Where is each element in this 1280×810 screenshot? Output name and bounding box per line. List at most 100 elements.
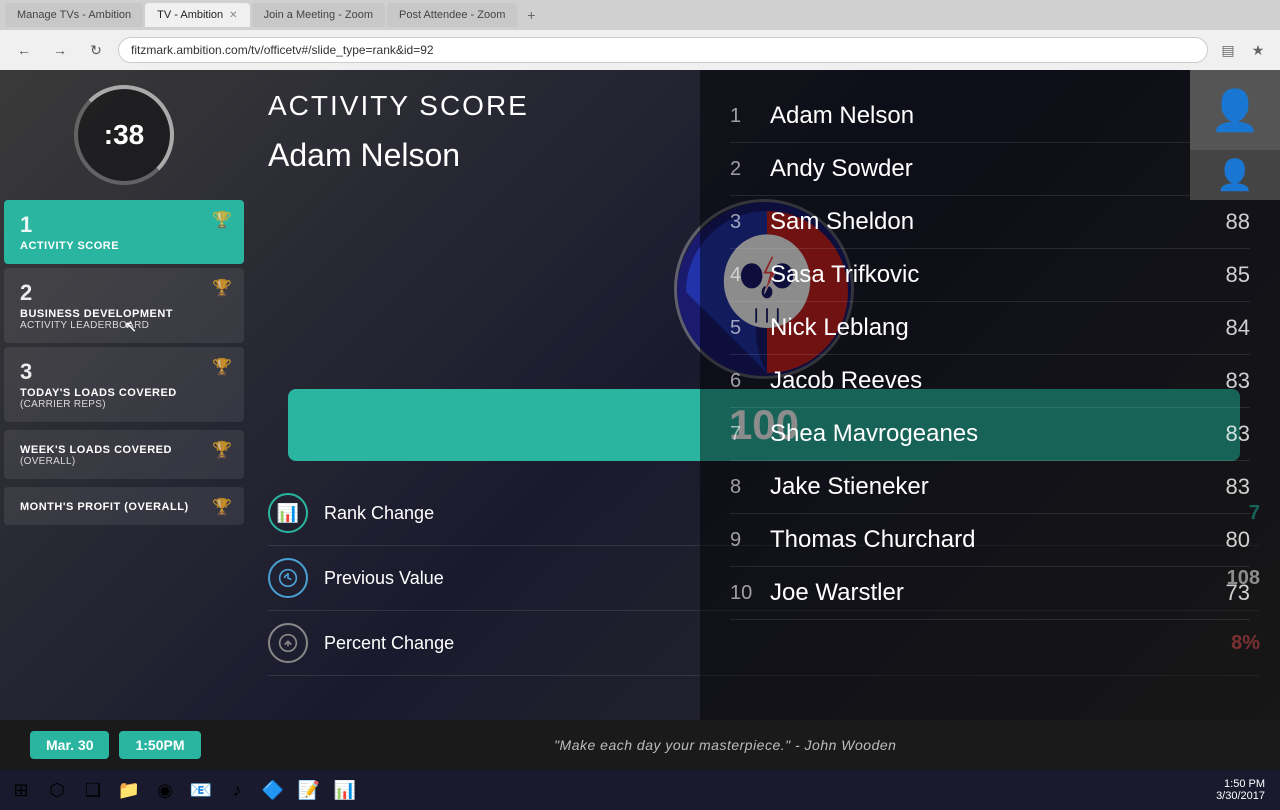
rank-number: 8 [730, 476, 770, 499]
leaderboard-row: 3Sam Sheldon88 [730, 196, 1250, 249]
app-icon-4[interactable]: 📊 [329, 774, 361, 806]
leaderboard-row: 6Jacob Reeves83 [730, 355, 1250, 408]
webcam-person-bottom: 👤 [1216, 158, 1253, 193]
rank-number: 6 [730, 370, 770, 393]
person-name: Thomas Churchard [770, 526, 1190, 554]
cortana-icon[interactable]: ⬡ [41, 774, 73, 806]
tab-zoom-post[interactable]: Post Attendee - Zoom [387, 3, 517, 27]
tab-label: TV - Ambition [157, 9, 223, 21]
app-icon-1[interactable]: ♪ [221, 774, 253, 806]
person-name: Jake Stieneker [770, 473, 1190, 501]
rank-number: 9 [730, 529, 770, 552]
leaderboard-row: 8Jake Stieneker83 [730, 461, 1250, 514]
taskbar: ⊞ ⬡ ❑ 📁 ◉ 📧 ♪ 🔷 📝 📊 1:50 PM 3/30/2017 [0, 770, 1280, 810]
forward-button[interactable]: → [46, 36, 74, 64]
person-name: Adam Nelson [770, 102, 1190, 130]
leaderboard-row: 4Sasa Trifkovic85 [730, 249, 1250, 302]
taskbar-clock: 1:50 PM 3/30/2017 [1216, 778, 1265, 802]
timer-display: :38 [104, 119, 144, 151]
tab-label: Manage TVs - Ambition [17, 9, 131, 21]
bottom-bar: Mar. 30 1:50PM "Make each day your maste… [0, 720, 1280, 770]
sidebar-rank-2: 2 [20, 280, 228, 306]
person-name: Andy Sowder [770, 155, 1190, 183]
quote-text: "Make each day your masterpiece." - John… [201, 737, 1250, 753]
leaderboard-row: 5Nick Leblang84 [730, 302, 1250, 355]
browser-toolbar: ← → ↻ fitzmark.ambition.com/tv/officetv#… [0, 30, 1280, 70]
person-score: 73 [1190, 580, 1250, 606]
sidebar-item-business-dev[interactable]: 🏆 2 Business Development Activity Leader… [4, 268, 244, 343]
person-name: Shea Mavrogeanes [770, 420, 1190, 448]
person-name: Sasa Trifkovic [770, 261, 1190, 289]
rank-number: 7 [730, 423, 770, 446]
trophy-icon-5: 🏆 [212, 497, 232, 517]
close-icon[interactable]: ✕ [229, 10, 237, 21]
trophy-icon-4: 🏆 [212, 440, 232, 460]
sidebar-item-week-loads[interactable]: 🏆 Week's Loads Covered (Overall) [4, 430, 244, 479]
back-button[interactable]: ← [10, 36, 38, 64]
webcam-top: 👤 [1190, 70, 1280, 150]
sidebar: :38 🏆 1 Activity Score 🏆 2 Business Deve… [0, 70, 248, 720]
app-icon-3[interactable]: 📝 [293, 774, 325, 806]
tab-tv-ambition[interactable]: TV - Ambition ✕ [145, 3, 249, 27]
sidebar-rank-1: 1 [20, 212, 228, 238]
rank-number: 5 [730, 317, 770, 340]
leaderboard-row: 2Andy Sowder [730, 143, 1250, 196]
tab-label: Post Attendee - Zoom [399, 9, 505, 21]
leaderboard-row: 10Joe Warstler73 [730, 567, 1250, 620]
chrome-icon[interactable]: ◉ [149, 774, 181, 806]
browser-tabs: Manage TVs - Ambition TV - Ambition ✕ Jo… [0, 0, 1280, 30]
file-explorer-icon[interactable]: 📁 [113, 774, 145, 806]
webcam-bottom: 👤 [1190, 150, 1280, 200]
person-score: 88 [1190, 209, 1250, 235]
leaderboard-row: 7Shea Mavrogeanes83 [730, 408, 1250, 461]
person-name: Jacob Reeves [770, 367, 1190, 395]
timer-container: :38 [0, 70, 248, 200]
webcam-area: 👤 👤 [1190, 70, 1280, 200]
bookmark-icon[interactable]: ★ [1246, 38, 1270, 62]
leaderboard-row: 9Thomas Churchard80 [730, 514, 1250, 567]
address-bar[interactable]: fitzmark.ambition.com/tv/officetv#/slide… [118, 37, 1208, 63]
main-content: :38 🏆 1 Activity Score 🏆 2 Business Deve… [0, 70, 1280, 720]
sidebar-rank-3: 3 [20, 359, 228, 385]
sidebar-title-3: Today's Loads Covered [20, 387, 228, 399]
tab-zoom-join[interactable]: Join a Meeting - Zoom [252, 3, 385, 27]
new-tab-button[interactable]: + [519, 3, 543, 27]
leaderboard: 👤 👤 1Adam Nelson2Andy Sowder3Sam Sheldon… [700, 70, 1280, 720]
taskbar-right: 1:50 PM 3/30/2017 [1216, 778, 1275, 802]
toolbar-right: ▤ ★ [1216, 38, 1270, 62]
sidebar-item-activity-score[interactable]: 🏆 1 Activity Score [4, 200, 244, 264]
sidebar-title-1: Activity Score [20, 240, 228, 252]
cursor-indicator: ↖ [124, 317, 137, 337]
person-score: 80 [1190, 527, 1250, 553]
refresh-button[interactable]: ↻ [82, 36, 110, 64]
sidebar-item-loads-covered[interactable]: 🏆 3 Today's Loads Covered (Carrier Reps) [4, 347, 244, 422]
person-score: 83 [1190, 421, 1250, 447]
person-score: 83 [1190, 474, 1250, 500]
rank-change-icon: 📊 [268, 493, 308, 533]
sidebar-toggle-icon[interactable]: ▤ [1216, 38, 1240, 62]
outlook-icon[interactable]: 📧 [185, 774, 217, 806]
url-text: fitzmark.ambition.com/tv/officetv#/slide… [131, 43, 434, 57]
leaderboard-row: 1Adam Nelson [730, 90, 1250, 143]
leaderboard-rows: 1Adam Nelson2Andy Sowder3Sam Sheldon884S… [730, 90, 1250, 620]
previous-value-icon [268, 558, 308, 598]
rank-number: 10 [730, 582, 770, 605]
task-view-icon[interactable]: ❑ [77, 774, 109, 806]
rank-number: 1 [730, 105, 770, 128]
windows-start-icon[interactable]: ⊞ [5, 774, 37, 806]
person-name: Nick Leblang [770, 314, 1190, 342]
person-name: Sam Sheldon [770, 208, 1190, 236]
rank-number: 3 [730, 211, 770, 234]
sidebar-subtitle-3: (Carrier Reps) [20, 399, 228, 410]
timer-circle: :38 [74, 85, 174, 185]
person-score: 83 [1190, 368, 1250, 394]
tab-manage-tvs[interactable]: Manage TVs - Ambition [5, 3, 143, 27]
app-icon-2[interactable]: 🔷 [257, 774, 289, 806]
browser-chrome: Manage TVs - Ambition TV - Ambition ✕ Jo… [0, 0, 1280, 70]
clock-date: 3/30/2017 [1216, 790, 1265, 802]
person-score: 85 [1190, 262, 1250, 288]
tab-label: Join a Meeting - Zoom [264, 9, 373, 21]
sidebar-item-month-profit[interactable]: 🏆 Month's Profit (Overall) [4, 487, 244, 525]
time-display: 1:50PM [119, 731, 200, 759]
clock-time: 1:50 PM [1216, 778, 1265, 790]
